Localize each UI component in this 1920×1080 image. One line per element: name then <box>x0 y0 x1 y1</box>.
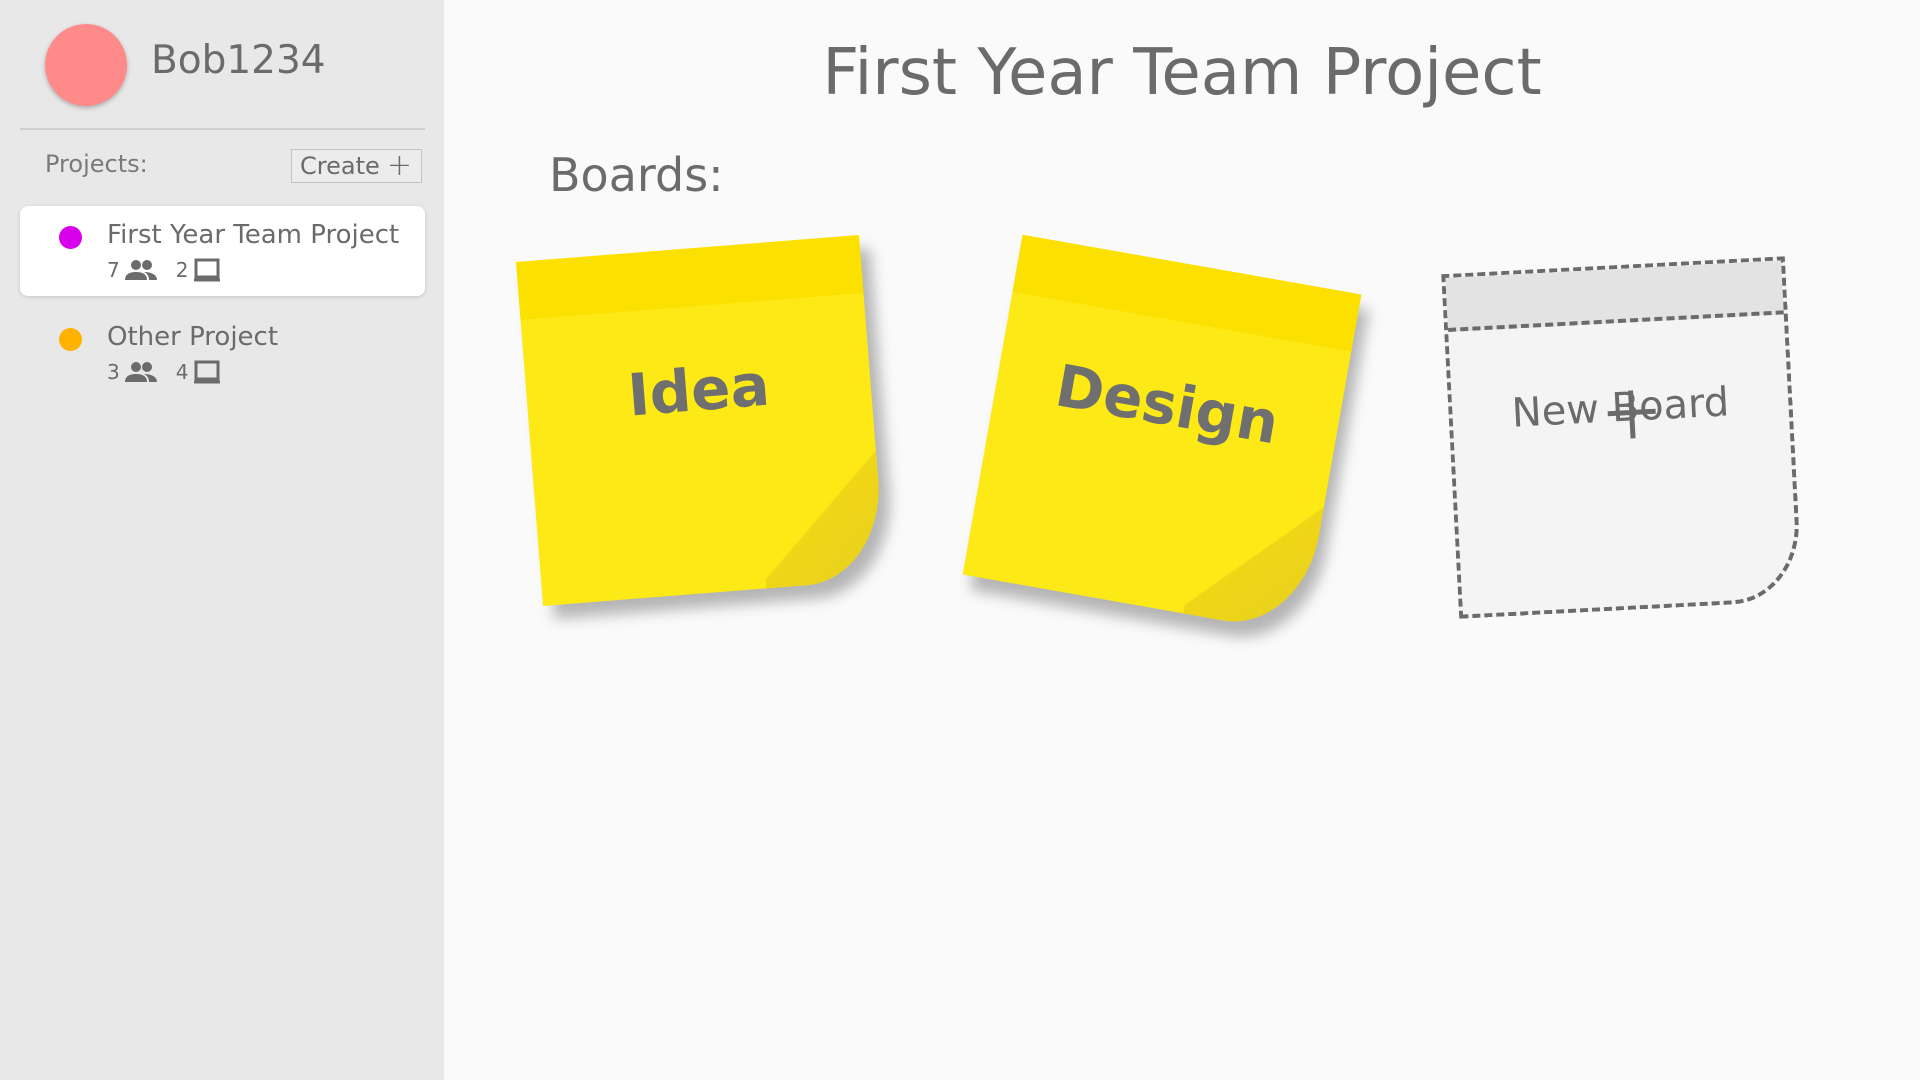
page-title: First Year Team Project <box>822 36 1542 110</box>
project-meta: 3 4 <box>107 360 240 384</box>
sticky-note: Design <box>962 234 1362 635</box>
boards-label: Boards: <box>549 148 724 202</box>
sidebar-divider <box>20 128 425 130</box>
member-count: 7 <box>107 258 120 282</box>
project-name: Other Project <box>107 322 279 352</box>
projects-label: Projects: <box>45 150 148 178</box>
page-curl <box>755 439 887 589</box>
plus-icon: + <box>386 148 412 183</box>
project-item-other-project[interactable]: Other Project 3 4 <box>20 308 425 398</box>
board-count: 2 <box>175 258 189 282</box>
sticky-note: Idea <box>515 235 887 606</box>
project-color-dot <box>59 328 82 351</box>
board-title: Idea <box>625 350 772 430</box>
people-icon <box>124 361 158 383</box>
sidebar: Bob1234 Projects: Create + First Year Te… <box>0 0 444 1080</box>
board-title: Design <box>1050 351 1284 458</box>
create-project-button[interactable]: Create + <box>291 149 422 183</box>
project-name: First Year Team Project <box>107 220 400 250</box>
project-color-dot <box>59 226 82 249</box>
board-count: 4 <box>175 360 189 384</box>
project-meta: 7 2 <box>107 258 240 282</box>
people-icon <box>124 259 158 281</box>
member-count: 3 <box>107 360 120 384</box>
create-button-label: Create <box>300 152 380 180</box>
user-avatar[interactable] <box>45 24 127 106</box>
board-icon <box>192 360 222 384</box>
new-board-button[interactable]: New Board <box>1441 256 1803 619</box>
board-icon <box>192 258 222 282</box>
plus-icon <box>1602 385 1661 448</box>
username: Bob1234 <box>151 38 326 83</box>
board-card-idea[interactable]: Idea <box>515 235 887 606</box>
board-card-design[interactable]: Design <box>962 234 1362 635</box>
sticky-note-tape <box>1012 234 1362 352</box>
page-curl <box>1183 475 1326 635</box>
project-item-first-year-team-project[interactable]: First Year Team Project 7 2 <box>20 206 425 296</box>
sticky-note-tape <box>515 235 864 320</box>
